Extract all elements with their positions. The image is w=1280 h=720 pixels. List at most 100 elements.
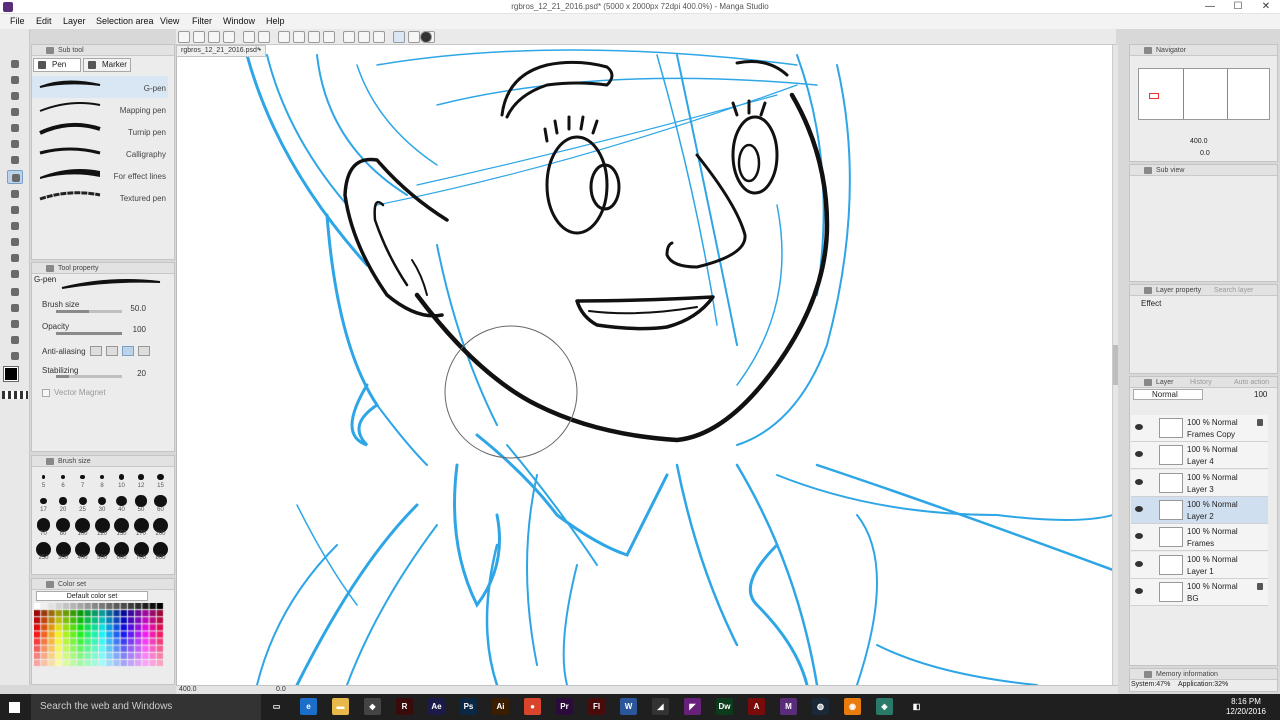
opacity-value[interactable]: 100	[124, 325, 146, 334]
brush-size-preset[interactable]: 70	[34, 517, 53, 537]
pencil-tool-icon[interactable]	[7, 187, 23, 201]
app-icon[interactable]: ◈	[876, 698, 893, 715]
angle-value[interactable]: 0.0	[276, 686, 286, 693]
acrobat-icon[interactable]: A	[748, 698, 765, 715]
brush-g-pen[interactable]: G-pen	[32, 76, 168, 98]
magic-wand-icon[interactable]	[7, 137, 23, 151]
snap-grid-icon[interactable]	[408, 31, 420, 43]
visibility-eye-icon[interactable]	[1135, 424, 1143, 430]
brush-size-preset[interactable]: 200	[151, 517, 170, 537]
flash-icon[interactable]: Fl	[588, 698, 605, 715]
brush-size-slider[interactable]	[56, 310, 122, 313]
canvas-vertical-scrollbar[interactable]	[1112, 45, 1118, 685]
figure-tool-icon[interactable]	[7, 317, 23, 331]
brush-size-preset[interactable]: 300	[54, 541, 73, 561]
brush-size-preset[interactable]: 60	[151, 493, 170, 513]
brush-size-preset[interactable]: 50	[132, 493, 151, 513]
main-color-swatch[interactable]	[3, 366, 19, 382]
aa-none-button[interactable]	[90, 346, 102, 356]
eyedropper-icon[interactable]	[7, 153, 23, 167]
brush-size-preset[interactable]: 400	[73, 541, 92, 561]
fill-tool-icon[interactable]	[7, 285, 23, 299]
layer-row[interactable]: 100 % Normal Layer 2	[1131, 496, 1268, 524]
aa-strong-button[interactable]	[138, 346, 150, 356]
color-set-dropdown[interactable]: Default color set	[36, 591, 148, 601]
layer-row[interactable]: 100 % Normal Frames Copy	[1131, 415, 1268, 442]
undo-icon[interactable]	[243, 31, 255, 43]
tab-auto-action[interactable]: Auto action	[1234, 377, 1269, 388]
task-view-icon[interactable]: ▭	[268, 698, 285, 715]
menu-edit[interactable]: Edit	[36, 16, 52, 26]
brush-calligraphy[interactable]: Calligraphy	[32, 142, 168, 164]
file-explorer-icon[interactable]: ▬	[332, 698, 349, 715]
operation-tool-icon[interactable]	[7, 349, 23, 363]
lock-icon[interactable]	[1257, 582, 1263, 590]
premiere-icon[interactable]: Pr	[556, 698, 573, 715]
rog-icon[interactable]: R	[396, 698, 413, 715]
photoshop-icon[interactable]: Ps	[460, 698, 477, 715]
navigator-rotation-value[interactable]: 0.0	[1200, 150, 1210, 157]
visibility-eye-icon[interactable]	[1135, 505, 1143, 512]
blend-mode-select[interactable]: Normal	[1133, 389, 1203, 400]
brush-textured-pen[interactable]: Textured pen	[32, 186, 168, 208]
brush-size-preset[interactable]: 80	[54, 517, 73, 537]
fill-alt-icon[interactable]	[358, 31, 370, 43]
unity-icon[interactable]: ◢	[652, 698, 669, 715]
opacity-slider[interactable]	[56, 332, 122, 335]
menu-filter[interactable]: Filter	[192, 16, 212, 26]
word-icon[interactable]: W	[620, 698, 637, 715]
layer-opacity-value[interactable]: 100	[1254, 390, 1267, 399]
menu-view[interactable]: View	[160, 16, 179, 26]
redo-icon[interactable]	[258, 31, 270, 43]
navigator-viewport[interactable]	[1149, 93, 1159, 99]
stabilizing-slider[interactable]	[56, 375, 122, 378]
fill-icon[interactable]	[343, 31, 355, 43]
stabilizing-value[interactable]: 20	[124, 369, 146, 378]
visibility-eye-icon[interactable]	[1135, 533, 1143, 540]
brush-size-preset[interactable]: 6	[54, 469, 73, 489]
document-tab[interactable]: rgbros_12_21_2016.psd* •	[176, 45, 266, 57]
edge-icon[interactable]: e	[300, 698, 317, 715]
taskbar-clock[interactable]: 8:16 PM 12/20/2016	[1226, 697, 1266, 717]
navigator-preview[interactable]	[1138, 68, 1270, 120]
visibility-eye-icon[interactable]	[1135, 451, 1143, 458]
menu-file[interactable]: File	[10, 16, 25, 26]
brush-tool-icon[interactable]	[7, 203, 23, 217]
gradient-tool-icon[interactable]	[7, 301, 23, 315]
select-all-icon[interactable]	[293, 31, 305, 43]
manga-studio-icon[interactable]: M	[780, 698, 797, 715]
brush-size-preset[interactable]: 170	[132, 517, 151, 537]
brush-mapping-pen[interactable]: Mapping pen	[32, 98, 168, 120]
blend-tool-icon[interactable]	[7, 267, 23, 281]
crop-icon[interactable]	[308, 31, 320, 43]
brush-size-preset[interactable]: 25	[73, 493, 92, 513]
maximize-button[interactable]: ☐	[1224, 0, 1252, 14]
brush-size-preset[interactable]: 800	[151, 541, 170, 561]
store-icon[interactable]: ◆	[364, 698, 381, 715]
aa-medium-button[interactable]	[122, 346, 134, 356]
start-button-icon[interactable]	[9, 702, 20, 713]
close-button[interactable]: ✕	[1252, 0, 1280, 14]
brush-size-preset[interactable]: 15	[151, 469, 170, 489]
brush-size-preset[interactable]: 120	[93, 517, 112, 537]
vertical-scroll-thumb[interactable]	[1113, 345, 1118, 385]
transparent-color-swatch[interactable]	[2, 391, 28, 399]
menu-help[interactable]: Help	[266, 16, 285, 26]
brush-size-preset[interactable]: 40	[112, 493, 131, 513]
drawing-canvas[interactable]	[176, 45, 1112, 685]
illustrator-icon[interactable]: Ai	[492, 698, 509, 715]
lock-icon[interactable]	[1257, 419, 1263, 426]
steam-icon[interactable]: ◍	[812, 698, 829, 715]
brush-size-preset[interactable]: 500	[93, 541, 112, 561]
brush-size-preset[interactable]: 5	[34, 469, 53, 489]
brush-size-preset[interactable]: 7	[73, 469, 92, 489]
open-file-icon[interactable]	[193, 31, 205, 43]
after-effects-icon[interactable]: Ae	[428, 698, 445, 715]
brush-size-value[interactable]: 50.0	[124, 304, 146, 313]
save-icon[interactable]	[208, 31, 220, 43]
visibility-eye-icon[interactable]	[1135, 560, 1143, 567]
rotate-tool-icon[interactable]	[7, 89, 23, 103]
hand-tool-icon[interactable]	[7, 73, 23, 87]
brush-size-preset[interactable]: 600	[112, 541, 131, 561]
airbrush-tool-icon[interactable]	[7, 219, 23, 233]
